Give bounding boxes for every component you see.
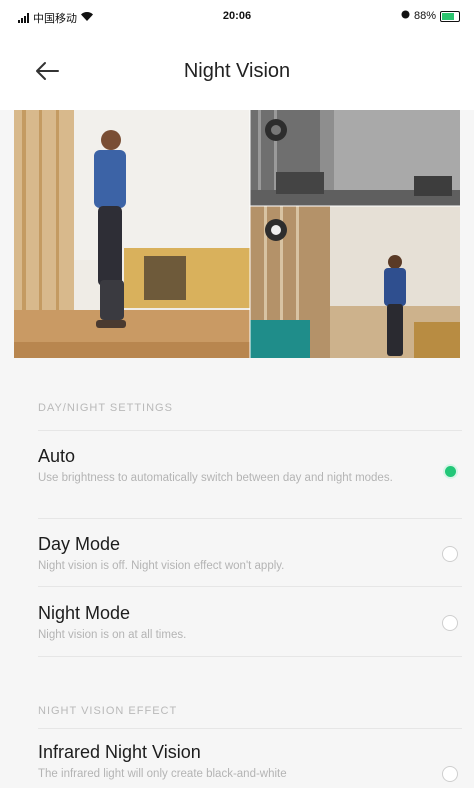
status-bar: 中国移动 20:06 88% [0,0,474,34]
page-title: Night Vision [183,60,291,82]
divider [38,586,462,587]
option-title: Night Mode [38,603,131,623]
divider [38,656,462,657]
section-header-night-vision-effect: NIGHT VISION EFFECT [38,705,178,717]
battery-icon [440,10,460,22]
radio-unselected-icon[interactable] [442,546,458,562]
divider [38,518,462,519]
divider [38,430,462,431]
option-title: Day Mode [38,534,121,554]
option-description: Night vision is on at all times. [38,629,187,641]
app-header: Night Vision [0,34,474,110]
option-title: Infrared Night Vision [38,742,201,762]
radio-unselected-icon[interactable] [442,615,458,631]
option-description: Night vision is off. Night vision effect… [38,560,285,572]
option-description: The infrared light will only create blac… [38,768,287,780]
option-description: Use brightness to automatically switch b… [38,472,393,484]
option-auto[interactable]: Auto Use brightness to automatically swi… [38,446,462,487]
option-night-mode[interactable]: Night Mode Night vision is on at all tim… [38,603,462,644]
night-vision-preview-image [14,110,460,358]
battery-percent: 88% [413,10,436,22]
divider [38,728,462,729]
option-title: Auto [38,446,76,466]
alarm-icon [401,10,410,22]
radio-unselected-icon[interactable] [442,766,458,782]
section-header-day-night: DAY/NIGHT SETTINGS [38,402,173,414]
option-infrared-night-vision[interactable]: Infrared Night Vision The infrared light… [38,742,462,783]
status-right: 88% [401,10,460,22]
option-day-mode[interactable]: Day Mode Night vision is off. Night visi… [38,534,462,575]
radio-selected-icon[interactable] [445,466,456,477]
